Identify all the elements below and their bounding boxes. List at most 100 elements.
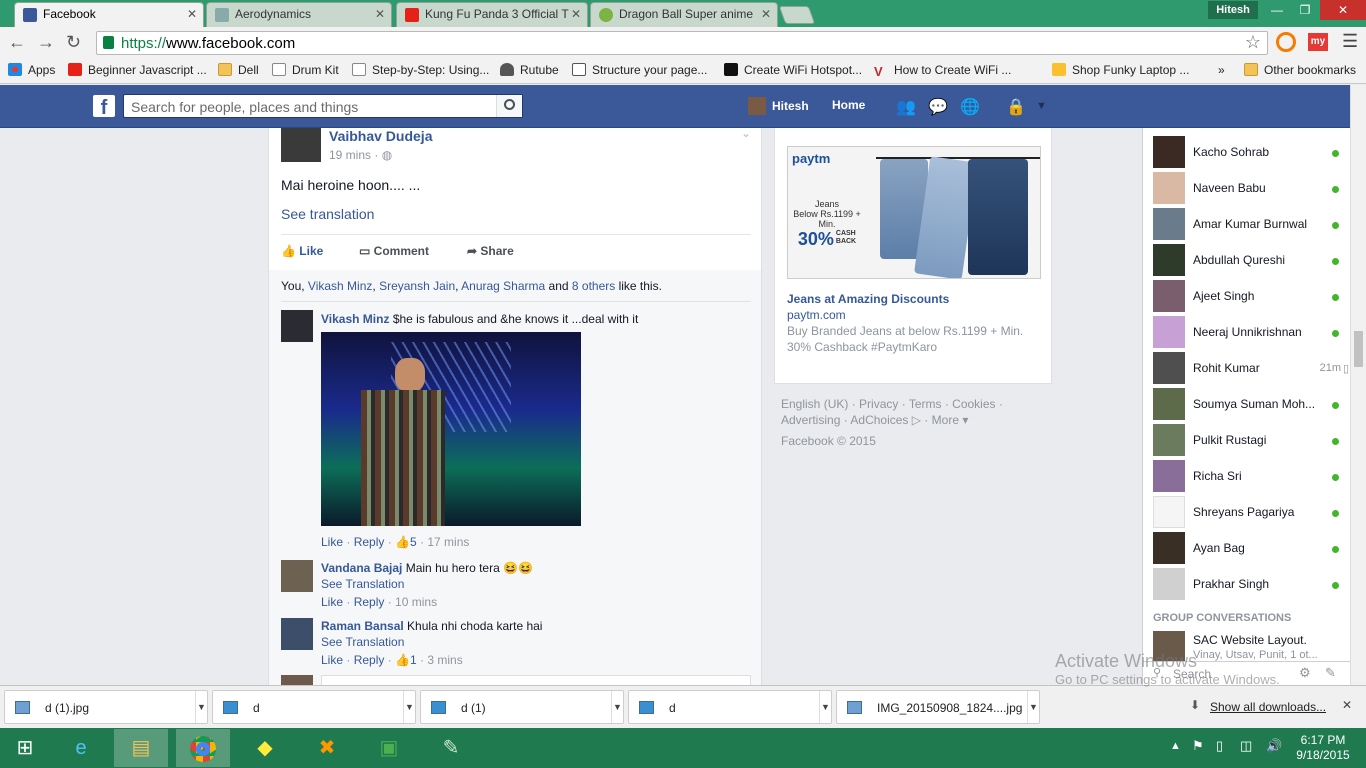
tab-dragon-ball[interactable]: Dragon Ball Super anime ✕ <box>590 2 778 27</box>
comment-like-link[interactable]: Like <box>321 595 343 609</box>
messages-icon[interactable]: 💬 <box>928 97 948 116</box>
bookmark-wifi-hotspot[interactable]: Create WiFi Hotspot... <box>724 63 862 77</box>
my-extension-icon[interactable]: my <box>1308 33 1328 51</box>
download-item[interactable]: d ▼ <box>212 690 416 724</box>
like-button[interactable]: 👍 Like <box>281 244 323 258</box>
bookmark-step-by-step[interactable]: Step-by-Step: Using... <box>352 63 489 77</box>
reload-icon[interactable]: ↻ <box>66 32 81 53</box>
chat-contact[interactable]: Ajeet Singh <box>1153 280 1349 312</box>
close-icon[interactable]: ✕ <box>571 7 581 21</box>
chevron-down-icon[interactable]: ▼ <box>819 691 831 723</box>
comment-reply-link[interactable]: Reply <box>354 653 385 667</box>
chat-contact[interactable]: Naveen Babu <box>1153 172 1349 204</box>
close-icon[interactable]: ✕ <box>761 7 771 21</box>
system-clock[interactable]: 6:17 PM 9/18/2015 <box>1290 733 1356 763</box>
network-icon[interactable]: ◫ <box>1240 738 1252 754</box>
bookmark-other[interactable]: Other bookmarks <box>1244 63 1356 77</box>
restore-icon[interactable]: ❐ <box>1290 0 1320 20</box>
see-translation-link[interactable]: See Translation <box>321 577 404 591</box>
chat-contact[interactable]: Rohit Kumar 21m ▯ <box>1153 352 1349 384</box>
internet-explorer-icon[interactable]: e <box>54 729 108 767</box>
page-scrollbar[interactable] <box>1350 85 1366 685</box>
comment-like-link[interactable]: Like <box>321 535 343 549</box>
footer-link-adchoices[interactable]: AdChoices <box>850 413 908 427</box>
close-icon[interactable]: ✕ <box>375 7 385 21</box>
liker-link[interactable]: Sreyansh Jain <box>379 279 455 293</box>
chat-contact[interactable]: Ayan Bag <box>1153 532 1349 564</box>
likes-others-link[interactable]: 8 others <box>572 279 615 293</box>
download-item[interactable]: d (1) ▼ <box>420 690 624 724</box>
chevron-down-icon[interactable]: ▼ <box>1027 691 1039 723</box>
chat-contact[interactable]: Shreyans Pagariya <box>1153 496 1349 528</box>
privacy-lock-icon[interactable]: 🔒 <box>1006 97 1026 116</box>
share-button[interactable]: ➦ Share <box>467 244 514 258</box>
profile-badge[interactable]: Hitesh <box>1208 1 1258 19</box>
close-icon[interactable]: ✕ <box>187 7 197 21</box>
bookmark-shop-laptop[interactable]: Shop Funky Laptop ... <box>1052 63 1189 77</box>
notepad-icon[interactable]: ✎ <box>424 729 478 767</box>
facebook-logo[interactable]: f <box>93 95 115 119</box>
comment-author[interactable]: Vikash Minz <box>321 312 389 326</box>
comment-likes-count[interactable]: 1 <box>410 653 417 667</box>
footer-link-language[interactable]: English (UK) <box>781 397 848 411</box>
store-icon[interactable]: ▣ <box>362 729 416 767</box>
sponsored-ad[interactable]: paytm Jeans Below Rs.1199 + Min. 30% CASH… <box>774 128 1052 384</box>
chevron-down-icon[interactable]: ⌄ <box>741 126 751 140</box>
account-dropdown-icon[interactable]: ▼ <box>1036 100 1047 112</box>
comment-author[interactable]: Raman Bansal <box>321 619 404 633</box>
new-message-icon[interactable]: ✎ <box>1325 665 1336 681</box>
chevron-down-icon[interactable]: ▼ <box>195 691 207 723</box>
footer-link-privacy[interactable]: Privacy <box>859 397 898 411</box>
comment-like-link[interactable]: Like <box>321 653 343 667</box>
search-input[interactable]: Search for people, places and things <box>123 94 523 118</box>
bookmark-javascript[interactable]: Beginner Javascript ... <box>68 63 207 77</box>
chevron-down-icon[interactable]: ▼ <box>611 691 623 723</box>
footer-link-terms[interactable]: Terms <box>909 397 942 411</box>
footer-link-advertising[interactable]: Advertising <box>781 413 840 427</box>
xampp-icon[interactable]: ✖ <box>300 729 354 767</box>
tab-facebook[interactable]: Facebook ✕ <box>14 2 204 27</box>
chrome-icon[interactable] <box>176 729 230 767</box>
windows-start-icon[interactable]: ⊞ <box>0 729 50 767</box>
chat-contact[interactable]: Amar Kumar Burnwal <box>1153 208 1349 240</box>
chat-contact[interactable]: Abdullah Qureshi <box>1153 244 1349 276</box>
star-icon[interactable]: ☆ <box>1245 32 1261 53</box>
ad-image[interactable]: paytm Jeans Below Rs.1199 + Min. 30% CASH… <box>787 146 1041 279</box>
window-close-icon[interactable]: ✕ <box>1320 0 1366 20</box>
post-time[interactable]: 19 mins · ◍ <box>329 148 392 162</box>
see-translation-link[interactable]: See Translation <box>321 635 404 649</box>
home-link[interactable]: Home <box>832 98 865 112</box>
chat-contact[interactable]: Neeraj Unnikrishnan <box>1153 316 1349 348</box>
commenter-avatar[interactable] <box>281 618 313 650</box>
footer-link-cookies[interactable]: Cookies <box>952 397 995 411</box>
comment-time[interactable]: 17 mins <box>427 535 469 549</box>
liker-link[interactable]: Vikash Minz <box>308 279 372 293</box>
chat-contact[interactable]: Pulkit Rustagi <box>1153 424 1349 456</box>
notifications-globe-icon[interactable]: 🌐 <box>960 97 980 116</box>
commenter-avatar[interactable] <box>281 310 313 342</box>
comment-photo[interactable] <box>321 332 581 526</box>
ad-title[interactable]: Jeans at Amazing Discounts <box>787 292 949 306</box>
chat-contact[interactable]: Richa Sri <box>1153 460 1349 492</box>
group-conversation[interactable]: SAC Website Layout. Vinay, Utsav, Punit, … <box>1153 631 1349 661</box>
comment-reply-link[interactable]: Reply <box>354 595 385 609</box>
comment-likes-count[interactable]: 5 <box>410 535 417 549</box>
gear-icon[interactable]: ⚙ <box>1299 665 1311 681</box>
tray-expand-icon[interactable]: ▲ <box>1170 740 1181 752</box>
bookmark-drum-kit[interactable]: Drum Kit <box>272 63 339 77</box>
see-translation-link[interactable]: See translation <box>281 206 374 222</box>
bookmarks-overflow[interactable]: » <box>1218 63 1225 77</box>
close-icon[interactable]: ✕ <box>1342 698 1352 712</box>
chat-contact[interactable]: Soumya Suman Moh... <box>1153 388 1349 420</box>
comment-time[interactable]: 10 mins <box>395 595 437 609</box>
chevron-down-icon[interactable]: ▼ <box>403 691 415 723</box>
liker-link[interactable]: Anurag Sharma <box>461 279 545 293</box>
bookmark-apps[interactable]: Apps <box>8 63 55 77</box>
download-item[interactable]: IMG_20150908_1824....jpg ▼ <box>836 690 1040 724</box>
author-avatar[interactable] <box>281 128 321 162</box>
bookmark-dell[interactable]: Dell <box>218 63 259 77</box>
bookmark-create-wifi[interactable]: V How to Create WiFi ... <box>874 63 1011 78</box>
comment-button[interactable]: ▭ Comment <box>359 244 429 258</box>
comment-author[interactable]: Vandana Bajaj <box>321 561 402 575</box>
download-item[interactable]: d (1).jpg ▼ <box>4 690 208 724</box>
